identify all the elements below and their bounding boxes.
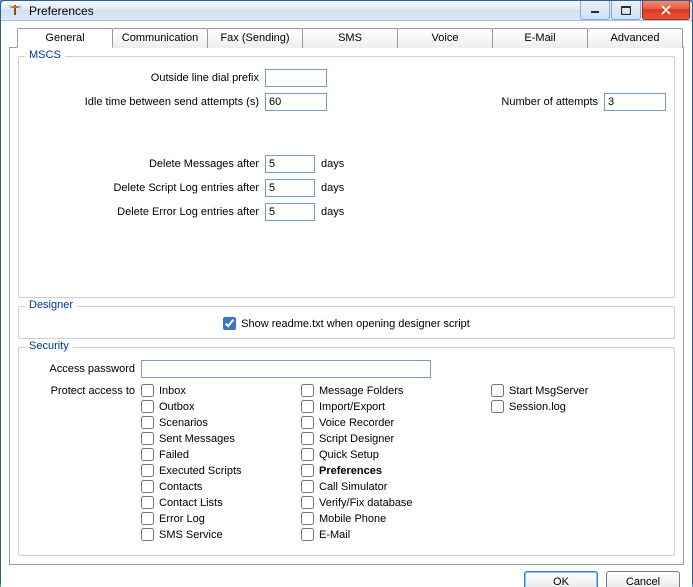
delete-script-log-label: Delete Script Log entries after [27,182,265,194]
minimize-button[interactable] [580,1,610,20]
tab-communication[interactable]: Communication [112,28,208,48]
tab-strip: General Communication Fax (Sending) SMS … [17,27,684,47]
group-designer-legend: Designer [25,299,77,311]
checkbox-outbox[interactable]: Outbox [141,400,291,413]
cancel-button[interactable]: Cancel [606,571,680,587]
tab-voice[interactable]: Voice [397,28,493,48]
checkbox-message-folders[interactable]: Message Folders [301,384,451,397]
delete-script-log-unit: days [321,182,344,194]
protect-access-label: Protect access to [27,384,141,397]
checkbox-import-export[interactable]: Import/Export [301,400,451,413]
protect-col-1: Inbox Outbox Scenarios Sent Messages Fai… [141,384,291,541]
tab-page-general: MSCS Outside line dial prefix Idle time … [9,47,684,565]
tab-sms[interactable]: SMS [302,28,398,48]
show-readme-checkbox[interactable]: Show readme.txt when opening designer sc… [223,317,470,330]
delete-error-log-input[interactable] [265,203,315,221]
checkbox-e-mail[interactable]: E-Mail [301,528,451,541]
access-password-label: Access password [27,363,141,375]
checkbox-executed-scripts[interactable]: Executed Scripts [141,464,291,477]
attempts-input[interactable] [604,93,666,111]
checkbox-verify-fix-database[interactable]: Verify/Fix database [301,496,451,509]
delete-messages-label: Delete Messages after [27,158,265,170]
app-icon [7,3,23,19]
idle-time-input[interactable] [265,93,327,111]
window-title: Preferences [29,4,580,18]
group-security-legend: Security [25,340,73,352]
protect-col-2: Message Folders Import/Export Voice Reco… [301,384,451,541]
checkbox-contacts[interactable]: Contacts [141,480,291,493]
tab-fax[interactable]: Fax (Sending) [207,28,303,48]
checkbox-sms-service[interactable]: SMS Service [141,528,291,541]
preferences-window: Preferences General Communication Fax (S… [0,0,693,587]
checkbox-inbox[interactable]: Inbox [141,384,291,397]
button-bar: OK Cancel [9,565,684,587]
access-password-input[interactable] [141,360,431,378]
window-buttons [580,1,690,20]
checkbox-scenarios[interactable]: Scenarios [141,416,291,429]
outside-prefix-input[interactable] [265,69,327,87]
checkbox-mobile-phone[interactable]: Mobile Phone [301,512,451,525]
idle-time-label: Idle time between send attempts (s) [27,96,265,108]
client-area: General Communication Fax (Sending) SMS … [1,21,692,587]
delete-messages-unit: days [321,158,344,170]
checkbox-quick-setup[interactable]: Quick Setup [301,448,451,461]
group-mscs: MSCS Outside line dial prefix Idle time … [18,56,675,298]
checkbox-start-msgserver[interactable]: Start MsgServer [491,384,641,397]
show-readme-label: Show readme.txt when opening designer sc… [241,318,470,330]
checkbox-contact-lists[interactable]: Contact Lists [141,496,291,509]
checkbox-preferences[interactable]: Preferences [301,464,451,477]
tab-advanced[interactable]: Advanced [587,28,683,48]
ok-button[interactable]: OK [524,571,598,587]
checkbox-voice-recorder[interactable]: Voice Recorder [301,416,451,429]
outside-prefix-label: Outside line dial prefix [27,72,265,84]
checkbox-error-log[interactable]: Error Log [141,512,291,525]
delete-script-log-input[interactable] [265,179,315,197]
delete-error-log-unit: days [321,206,344,218]
checkbox-call-simulator[interactable]: Call Simulator [301,480,451,493]
group-mscs-legend: MSCS [25,49,65,61]
checkbox-sent-messages[interactable]: Sent Messages [141,432,291,445]
protect-col-3: Start MsgServer Session.log [491,384,641,541]
tab-general[interactable]: General [17,28,113,48]
tab-email[interactable]: E-Mail [492,28,588,48]
checkbox-session-log[interactable]: Session.log [491,400,641,413]
checkbox-script-designer[interactable]: Script Designer [301,432,451,445]
attempts-label: Number of attempts [418,96,604,108]
show-readme-checkbox-input[interactable] [223,317,236,330]
delete-error-log-label: Delete Error Log entries after [27,206,265,218]
delete-messages-input[interactable] [265,155,315,173]
titlebar: Preferences [1,1,692,21]
group-designer: Designer Show readme.txt when opening de… [18,306,675,339]
maximize-button[interactable] [611,1,641,20]
close-button[interactable] [642,1,690,20]
protect-grid: Inbox Outbox Scenarios Sent Messages Fai… [141,384,641,541]
group-security: Security Access password Protect access … [18,347,675,556]
checkbox-failed[interactable]: Failed [141,448,291,461]
